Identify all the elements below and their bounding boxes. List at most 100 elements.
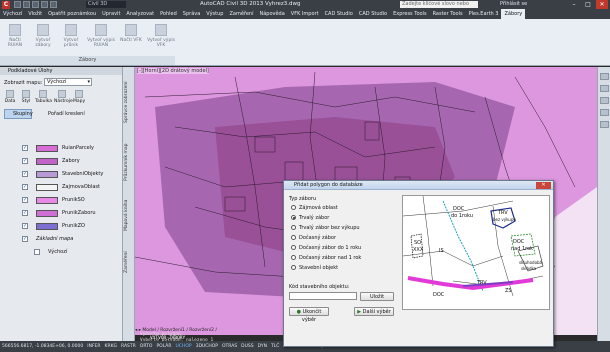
next-selection-button[interactable]: ▶ Další výběr <box>354 307 394 316</box>
data-icon <box>6 90 14 98</box>
layer-row[interactable]: ✓ PrunikZaboru <box>22 208 122 219</box>
tab-4[interactable]: Analyzovat <box>123 9 157 19</box>
tab-map-explorer[interactable]: Průzkumník map <box>124 135 134 190</box>
label-doc3: DOC <box>433 292 445 298</box>
viewport-label[interactable]: [-][Horní][2D drátový model] <box>137 68 209 74</box>
tab-1[interactable]: Vložit <box>25 9 45 19</box>
table-tool-button[interactable]: Tabulka <box>35 90 52 104</box>
tab-0[interactable]: Výchozí <box>0 9 25 19</box>
style-tool-button[interactable]: Styl <box>20 90 32 104</box>
maximize-button[interactable]: □ <box>582 0 594 9</box>
close-button[interactable]: ✕ <box>596 0 608 9</box>
tab-16[interactable]: Zábory <box>501 9 526 19</box>
dialog-close-button[interactable]: ✕ <box>536 182 551 189</box>
tab-map-book[interactable]: Mapová kniha <box>124 195 134 235</box>
layer-visibility-checkbox[interactable]: ✓ <box>22 210 28 216</box>
draw-order-button[interactable]: Pořadí kreslení <box>40 111 85 117</box>
tab-13[interactable]: Express Tools <box>390 9 429 19</box>
status-toggle[interactable]: UCHOP <box>174 341 194 352</box>
login-link[interactable]: Přihlásit se <box>500 1 527 7</box>
save-button[interactable]: Uložit <box>360 292 394 301</box>
app-logo-icon[interactable]: C <box>2 1 10 9</box>
groups-button[interactable]: Skupiny <box>4 109 33 119</box>
layer-row[interactable]: ✓ Zabory <box>22 156 122 167</box>
status-toggle[interactable]: OTRAS <box>220 341 239 352</box>
layer-row[interactable]: ✓ Základní mapa <box>22 234 122 245</box>
layer-visibility-checkbox[interactable]: ✓ <box>22 171 28 177</box>
status-toggle[interactable]: KRKG <box>103 341 120 352</box>
layer-style-swatch <box>36 223 58 230</box>
open-file-icon[interactable] <box>23 1 30 8</box>
layer-visibility-checkbox[interactable] <box>34 249 40 255</box>
tab-9[interactable]: Nápověda <box>256 9 287 19</box>
layer-visibility-checkbox[interactable]: ✓ <box>22 158 28 164</box>
layer-visibility-checkbox[interactable]: ✓ <box>22 184 28 190</box>
save-icon[interactable] <box>32 1 39 8</box>
load-ruian-button[interactable]: Načti RUIAN <box>2 22 28 52</box>
zabor-type-option[interactable]: Trvalý zábor <box>291 214 329 222</box>
redo-icon[interactable] <box>50 1 57 8</box>
zabor-type-option[interactable]: Trvalý zábor bez výkupu <box>291 224 360 232</box>
data-tool-button[interactable]: Data <box>4 90 16 104</box>
tools-button[interactable]: Nástroje <box>54 90 73 104</box>
tab-3[interactable]: Upravit <box>99 9 123 19</box>
layer-row[interactable]: ✓ RuianParcely <box>22 143 122 154</box>
tab-5[interactable]: Pohled <box>157 9 180 19</box>
end-selection-button[interactable]: ● Ukončit výběr <box>289 307 329 323</box>
status-toggle[interactable]: DUSS <box>239 341 255 352</box>
zabor-type-option[interactable]: Dočasný zábor <box>291 234 336 242</box>
tab-display-manager[interactable]: Správce zobrazení <box>124 75 134 130</box>
tab-12[interactable]: CAD Studio <box>356 9 390 19</box>
layer-visibility-checkbox[interactable]: ✓ <box>22 236 28 242</box>
load-vfk-button[interactable]: Načti VFK <box>118 22 144 52</box>
zabor-type-option[interactable]: Zájmová oblast <box>291 204 338 212</box>
layer-row[interactable]: ✓ PrunikSO <box>22 195 122 206</box>
layer-row[interactable]: ✓ StavebniObjekty <box>22 169 122 180</box>
tab-11[interactable]: CAD Studio <box>322 9 356 19</box>
zabor-type-option[interactable]: Stavební objekt <box>291 264 338 272</box>
tab-7[interactable]: Výstup <box>203 9 226 19</box>
ruian-report-button[interactable]: Vytvoř výpis RUIAN <box>86 22 116 52</box>
new-file-icon[interactable] <box>14 1 21 8</box>
status-toggle[interactable]: DYN <box>256 341 269 352</box>
status-toggle[interactable]: RASTR <box>119 341 138 352</box>
undo-icon[interactable] <box>41 1 48 8</box>
tab-10[interactable]: VFK Import <box>288 9 322 19</box>
vfk-report-button[interactable]: Vytvoř výpis VFK <box>146 22 176 52</box>
status-toggle[interactable]: TLČ <box>269 341 281 352</box>
object-code-input[interactable] <box>289 292 357 300</box>
create-prunik-button[interactable]: Vytvoř průnik <box>58 22 84 52</box>
layer-visibility-checkbox[interactable]: ✓ <box>22 223 28 229</box>
layer-row[interactable]: ✓ PrunikZO <box>22 221 122 232</box>
label-trv2: bez výkupu <box>493 217 516 222</box>
layer-row[interactable]: Výchozí <box>34 247 134 258</box>
map-select[interactable]: Výchozí ▾ <box>44 78 92 86</box>
table-icon <box>39 90 47 98</box>
tab-8[interactable]: Zaměření <box>226 9 256 19</box>
zoom-icon[interactable] <box>600 85 609 92</box>
pan-icon[interactable] <box>600 73 609 80</box>
layer-visibility-checkbox[interactable]: ✓ <box>22 145 28 151</box>
search-input[interactable]: Zadejte klíčové slovo nebo výraz <box>400 1 478 14</box>
create-zabory-button[interactable]: Vytvoř zábory <box>30 22 56 52</box>
status-toggle[interactable]: ORTO <box>138 341 155 352</box>
zabor-type-option[interactable]: Dočasný zábor do 1 roku <box>291 244 361 252</box>
layer-visibility-checkbox[interactable]: ✓ <box>22 197 28 203</box>
status-toggle[interactable]: INFER <box>85 341 102 352</box>
workspace-selector[interactable]: Civil 3D <box>86 1 126 8</box>
minimize-button[interactable]: – <box>568 0 580 9</box>
orbit-icon[interactable] <box>600 97 609 104</box>
tab-15[interactable]: Ples.Earth 3 <box>466 9 502 19</box>
tab-survey[interactable]: Zaměření <box>124 242 134 282</box>
steering-wheel-icon[interactable] <box>600 121 609 128</box>
maps-button[interactable]: Mapy <box>73 90 85 104</box>
layer-row[interactable]: ✓ ZajmovaOblast <box>22 182 122 193</box>
layer-name: Výchozí <box>48 249 68 255</box>
tab-14[interactable]: Raster Tools <box>430 9 466 19</box>
showmotion-icon[interactable] <box>600 109 609 116</box>
status-toggle[interactable]: POLÁR <box>154 341 173 352</box>
zabor-type-option[interactable]: Dočasný zábor nad 1 rok <box>291 254 361 262</box>
tab-2[interactable]: Opatřit poznámkou <box>45 9 99 19</box>
tab-6[interactable]: Správa <box>180 9 204 19</box>
status-toggle[interactable]: 3DUCHOP <box>194 341 220 352</box>
